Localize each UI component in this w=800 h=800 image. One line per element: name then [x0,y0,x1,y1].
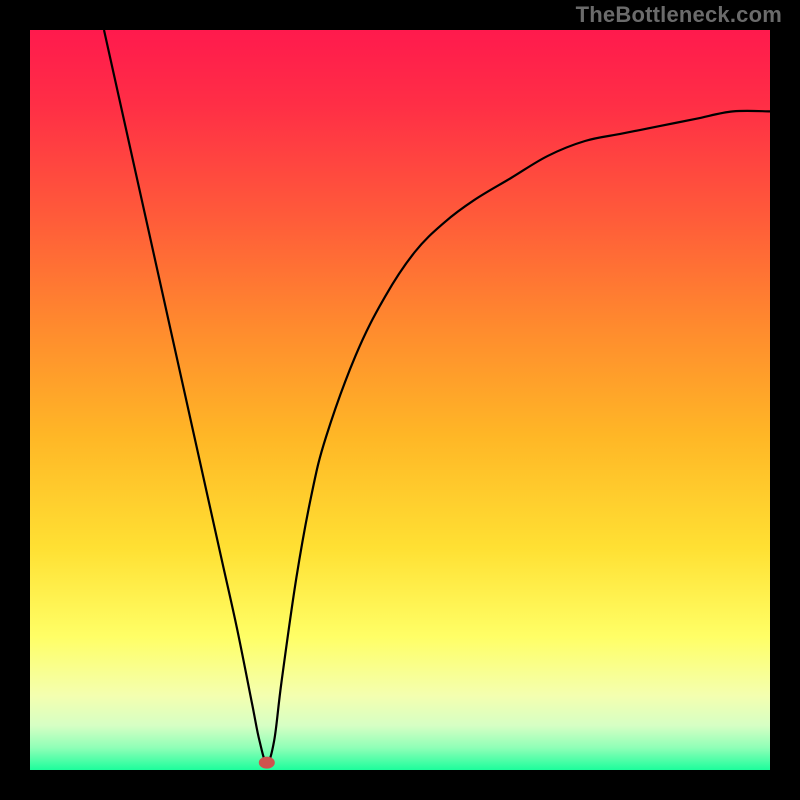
minimum-dot [30,30,770,770]
plot-area [30,30,770,770]
watermark-text: TheBottleneck.com [576,2,782,28]
chart-frame: TheBottleneck.com [0,0,800,800]
